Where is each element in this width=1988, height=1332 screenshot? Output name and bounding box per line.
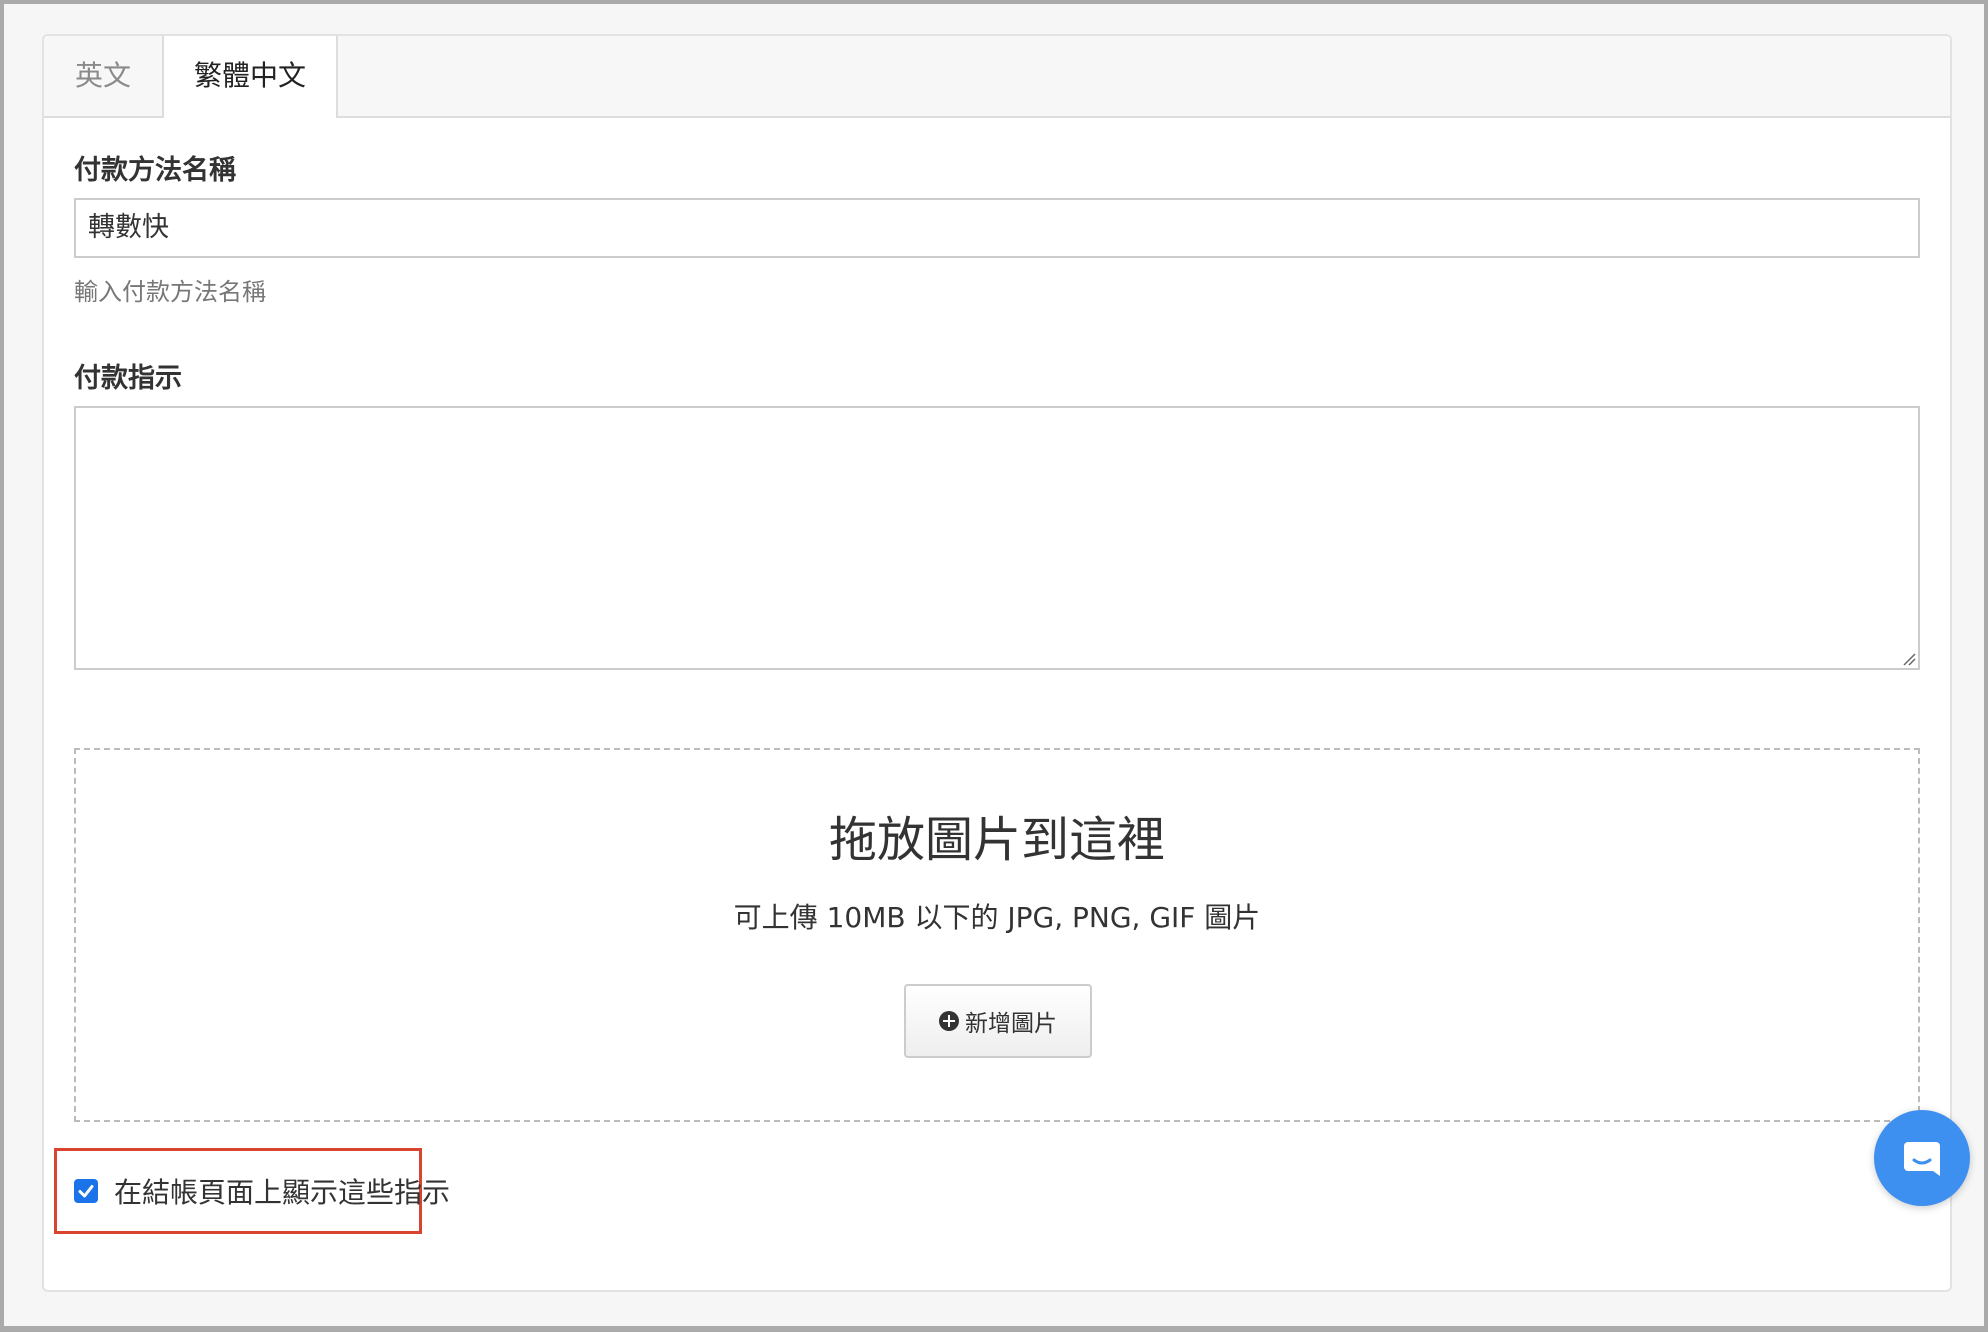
instructions-textarea[interactable] bbox=[74, 406, 1920, 670]
show-on-checkout-option[interactable]: 在結帳頁面上顯示這些指示 bbox=[74, 1166, 450, 1216]
chat-icon bbox=[1904, 1142, 1940, 1176]
payment-name-input[interactable]: 轉數快 bbox=[74, 198, 1920, 258]
show-on-checkout-label: 在結帳頁面上顯示這些指示 bbox=[114, 1176, 451, 1209]
check-icon bbox=[78, 1185, 94, 1198]
tab-english[interactable]: 英文 bbox=[44, 36, 162, 116]
add-image-button[interactable]: 新增圖片 bbox=[904, 984, 1092, 1058]
tab-traditional-chinese[interactable]: 繁體中文 bbox=[162, 36, 338, 118]
image-dropzone[interactable]: 拖放圖片到這裡 可上傳 10MB 以下的 JPG, PNG, GIF 圖片 新增… bbox=[74, 748, 1920, 1122]
add-image-label: 新增圖片 bbox=[965, 1011, 1057, 1037]
resize-handle-icon[interactable] bbox=[1902, 652, 1916, 666]
payment-name-help: 輸入付款方法名稱 bbox=[74, 278, 266, 306]
payment-method-card: 英文 繁體中文 付款方法名稱 轉數快 輸入付款方法名稱 付款指示 拖放圖片到這裡… bbox=[42, 34, 1952, 1292]
chat-launcher-button[interactable] bbox=[1874, 1110, 1970, 1206]
dropzone-subtitle: 可上傳 10MB 以下的 JPG, PNG, GIF 圖片 bbox=[733, 901, 1261, 934]
language-tabs: 英文 繁體中文 bbox=[44, 36, 1950, 118]
instructions-label: 付款指示 bbox=[74, 363, 182, 394]
show-on-checkout-checkbox[interactable] bbox=[74, 1179, 98, 1203]
window-frame: 英文 繁體中文 付款方法名稱 轉數快 輸入付款方法名稱 付款指示 拖放圖片到這裡… bbox=[0, 0, 1988, 1332]
plus-circle-icon bbox=[939, 1011, 959, 1031]
payment-name-label: 付款方法名稱 bbox=[74, 155, 236, 186]
dropzone-title: 拖放圖片到這裡 bbox=[828, 812, 1165, 868]
